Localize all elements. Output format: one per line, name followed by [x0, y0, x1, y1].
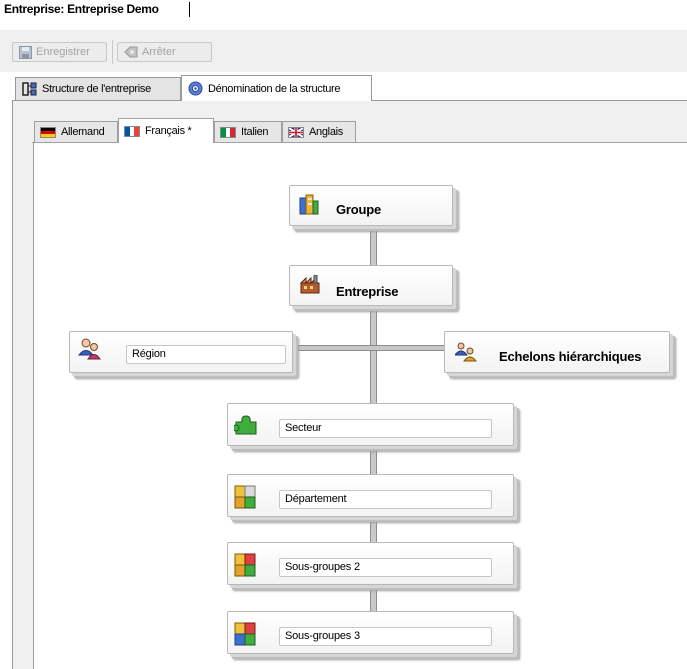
node-echelons-label: Echelons hiérarchiques — [499, 349, 642, 364]
node-secteur[interactable]: Secteur — [227, 403, 514, 446]
title-cursor — [189, 2, 190, 17]
connector-horizontal — [290, 345, 450, 351]
node-echelons-hierarchiques[interactable]: Echelons hiérarchiques — [444, 331, 670, 373]
tab-lang-french-label: Français * — [145, 125, 192, 137]
departement-name-field[interactable]: Département — [279, 490, 492, 509]
tab-company-structure-label: Structure de l'entreprise — [42, 83, 151, 95]
node-entreprise-label: Entreprise — [336, 284, 399, 299]
french-flag-icon — [124, 125, 140, 137]
connector-sg2-sg3 — [370, 584, 377, 612]
connector-departement-sg2 — [370, 517, 377, 543]
uk-flag-icon — [288, 126, 304, 138]
toolbar-separator — [112, 40, 113, 64]
sous-groupes-3-name-field[interactable]: Sous-groupes 3 — [279, 627, 492, 646]
node-sous-groupes-2[interactable]: Sous-groupes 2 — [227, 542, 514, 585]
save-button[interactable]: Enregistrer — [12, 42, 107, 62]
window-title: Entreprise: Entreprise Demo — [4, 2, 159, 16]
tab-company-structure[interactable]: Structure de l'entreprise — [15, 77, 181, 100]
connector-groupe-entreprise — [370, 226, 377, 269]
cancel-button-label: Arrêter — [142, 46, 176, 58]
connector-secteur-departement — [370, 446, 377, 476]
factory-icon — [299, 275, 320, 294]
tab-lang-french[interactable]: Français * — [118, 118, 214, 143]
puzzle-pieces-icon — [234, 485, 256, 509]
users-icon — [78, 338, 101, 360]
node-region[interactable]: Région — [69, 331, 293, 373]
puzzle-pieces-icon — [234, 622, 256, 646]
tab-lang-italian-label: Italien — [241, 126, 269, 138]
node-groupe[interactable]: Groupe — [289, 185, 453, 226]
cancel-icon — [124, 46, 138, 58]
node-entreprise[interactable]: Entreprise — [289, 265, 453, 306]
save-icon — [19, 45, 32, 59]
cancel-button[interactable]: Arrêter — [117, 42, 212, 62]
region-name-field[interactable]: Région — [126, 345, 286, 364]
node-sous-groupes-3[interactable]: Sous-groupes 3 — [227, 611, 514, 654]
tab-lang-english[interactable]: Anglais — [282, 121, 356, 142]
save-button-label: Enregistrer — [36, 46, 90, 58]
german-flag-icon — [40, 126, 56, 138]
connector-entreprise-secteur — [370, 305, 377, 406]
hierarchy-users-icon — [455, 342, 478, 362]
tab-structure-naming[interactable]: Dénomination de la structure — [181, 75, 372, 101]
node-groupe-label: Groupe — [336, 202, 382, 217]
tab-lang-italian[interactable]: Italien — [214, 121, 282, 142]
sous-groupes-2-name-field[interactable]: Sous-groupes 2 — [279, 558, 492, 577]
tab-lang-english-label: Anglais — [309, 126, 343, 138]
gear-icon — [188, 81, 203, 96]
puzzle-piece-icon — [234, 415, 257, 435]
buildings-icon — [299, 194, 319, 215]
secteur-name-field[interactable]: Secteur — [279, 419, 492, 438]
tab-lang-german[interactable]: Allemand — [34, 121, 118, 142]
italian-flag-icon — [220, 126, 236, 138]
org-structure-icon — [22, 82, 37, 96]
puzzle-pieces-icon — [234, 553, 256, 577]
tab-structure-naming-label: Dénomination de la structure — [208, 82, 341, 95]
node-departement[interactable]: Département — [227, 474, 514, 517]
tab-lang-german-label: Allemand — [61, 126, 105, 138]
